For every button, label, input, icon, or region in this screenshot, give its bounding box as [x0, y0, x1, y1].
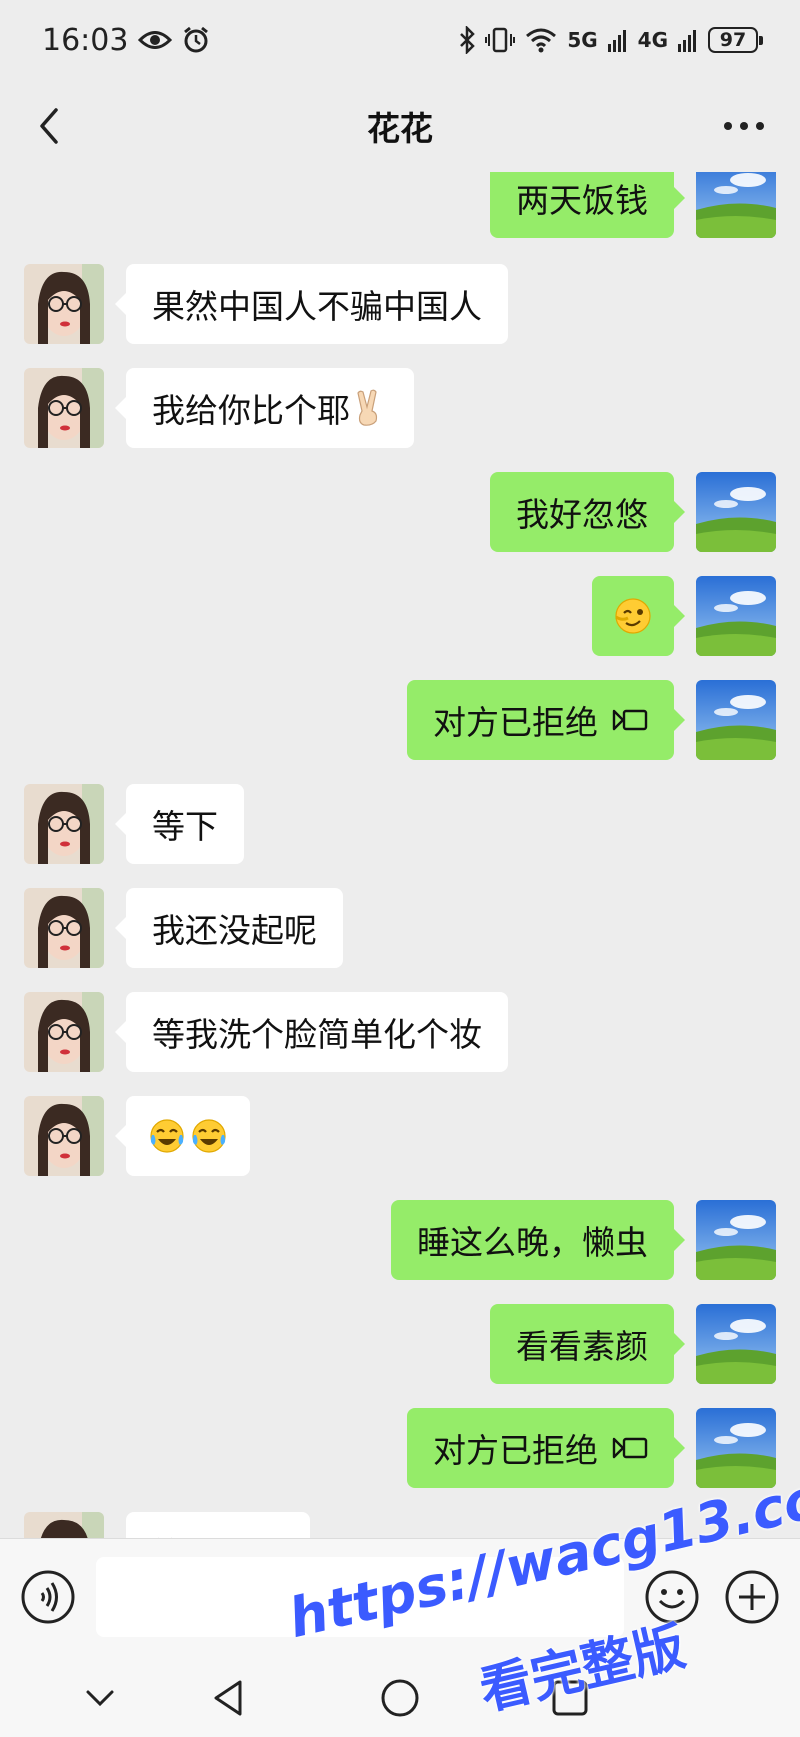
contact-avatar[interactable] [24, 1096, 104, 1176]
eye-icon [138, 31, 173, 49]
voice-icon[interactable] [20, 1569, 76, 1625]
message-text: 果然中国人不骗中国人 [152, 287, 482, 326]
contact-avatar[interactable] [24, 888, 104, 968]
received-bubble[interactable]: 等一下嘛 [126, 1512, 310, 1538]
message-row: 等我洗个脸简单化个妆 [0, 992, 800, 1072]
my-avatar[interactable] [696, 680, 776, 760]
my-avatar[interactable] [696, 172, 776, 238]
tears-of-joy-icon [150, 1119, 184, 1153]
message-row [0, 576, 800, 656]
video-call-icon [612, 709, 648, 731]
my-avatar[interactable] [696, 1200, 776, 1280]
my-avatar[interactable] [696, 1408, 776, 1488]
wifi-icon [526, 28, 557, 53]
bluetooth-icon [460, 26, 476, 54]
system-navigation-bar [0, 1656, 800, 1737]
message-text: 我给你比个耶 [152, 391, 350, 430]
message-text: 对方已拒绝 [433, 1431, 598, 1470]
sent-bubble[interactable] [592, 576, 685, 656]
battery-indicator: 97 [708, 27, 763, 53]
message-row: 睡这么晚，懒虫 [0, 1200, 800, 1280]
message-text: 看看素颜 [516, 1327, 648, 1366]
received-bubble[interactable]: 我给你比个耶 [115, 368, 414, 448]
message-row: 等一下嘛 [0, 1512, 800, 1538]
input-bar [0, 1538, 800, 1656]
my-avatar[interactable] [696, 1304, 776, 1384]
message-text: 睡这么晚，懒虫 [417, 1223, 648, 1262]
emoji-icon[interactable] [644, 1569, 700, 1625]
battery-level: 97 [719, 29, 747, 51]
chat-title: 花花 [367, 109, 433, 148]
message-row: 对方已拒绝 [0, 1408, 800, 1488]
vibrate-icon [485, 27, 516, 53]
chevron-left-icon[interactable] [26, 102, 74, 150]
signal-4g-icon [678, 30, 696, 52]
signal-5g-icon [607, 30, 626, 52]
chat-messages[interactable]: 两天饭钱 果然中国人不骗中国人 我给你比个耶 我好忽悠 对方已拒绝 等下 我还没… [0, 172, 800, 1538]
contact-avatar[interactable] [24, 784, 104, 864]
message-text: 对方已拒绝 [433, 703, 598, 742]
message-row: 我好忽悠 [0, 472, 800, 552]
chevron-down-icon[interactable] [76, 1674, 124, 1722]
message-row: 我还没起呢 [0, 888, 800, 968]
tears-of-joy-icon [192, 1119, 226, 1153]
sent-bubble[interactable]: 睡这么晚，懒虫 [391, 1200, 685, 1280]
message-text: 等下 [152, 807, 218, 846]
received-bubble[interactable] [115, 1096, 250, 1176]
call-record-bubble[interactable]: 对方已拒绝 [407, 680, 685, 760]
message-row: 对方已拒绝 [0, 680, 800, 760]
message-row: 等下 [0, 784, 800, 864]
message-row [0, 1096, 800, 1176]
message-row: 我给你比个耶 [0, 368, 800, 448]
status-right: 5G 4G 97 [459, 26, 763, 54]
recents-square-icon[interactable] [546, 1674, 594, 1722]
received-bubble[interactable]: 等下 [115, 784, 244, 864]
status-time: 16:03 [42, 22, 129, 58]
message-input[interactable] [96, 1557, 624, 1637]
sent-bubble[interactable]: 我好忽悠 [490, 472, 685, 552]
received-bubble[interactable]: 果然中国人不骗中国人 [115, 264, 508, 344]
my-avatar[interactable] [696, 472, 776, 552]
video-call-icon [612, 1437, 648, 1459]
chat-header: 花花 [0, 80, 800, 172]
call-record-bubble[interactable]: 对方已拒绝 [407, 1408, 685, 1488]
message-text: 等我洗个脸简单化个妆 [152, 1015, 482, 1054]
network-4g-label: 4G [637, 28, 668, 52]
alarm-icon [184, 26, 209, 53]
contact-avatar[interactable] [24, 368, 104, 448]
received-bubble[interactable]: 等我洗个脸简单化个妆 [115, 992, 508, 1072]
status-bar: 16:03 5G 4G 97 [0, 0, 800, 80]
message-text: 我还没起呢 [152, 911, 317, 950]
message-text: 等一下嘛 [152, 1528, 284, 1538]
my-avatar[interactable] [696, 576, 776, 656]
network-5g-label: 5G [567, 28, 598, 52]
message-row: 果然中国人不骗中国人 [0, 264, 800, 344]
message-text: 两天饭钱 [516, 181, 648, 220]
sent-bubble[interactable]: 两天饭钱 [490, 172, 685, 238]
received-bubble[interactable]: 我还没起呢 [115, 888, 343, 968]
message-row: 两天饭钱 [0, 172, 800, 238]
status-left: 16:03 [42, 23, 210, 58]
more-dots-icon[interactable] [714, 102, 774, 150]
wink-face-icon [615, 598, 651, 634]
contact-avatar[interactable] [24, 992, 104, 1072]
contact-avatar[interactable] [24, 1512, 104, 1538]
back-triangle-icon[interactable] [206, 1674, 254, 1722]
message-text: 我好忽悠 [516, 495, 648, 534]
home-circle-icon[interactable] [376, 1674, 424, 1722]
message-row: 看看素颜 [0, 1304, 800, 1384]
victory-hand-icon [357, 389, 378, 426]
sent-bubble[interactable]: 看看素颜 [490, 1304, 685, 1384]
plus-icon[interactable] [724, 1569, 780, 1625]
contact-avatar[interactable] [24, 264, 104, 344]
